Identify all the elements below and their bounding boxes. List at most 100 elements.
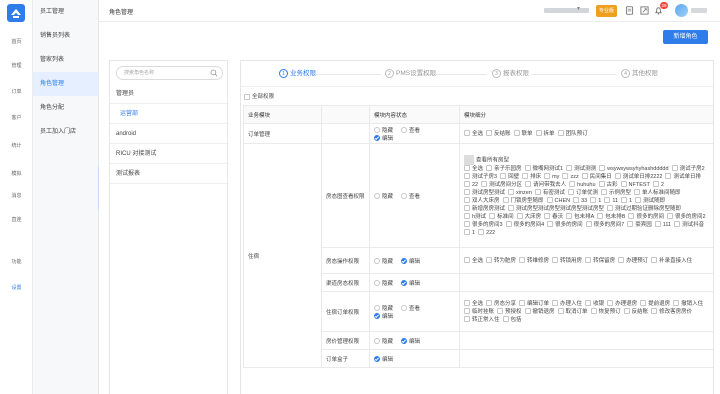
detail-checkbox[interactable]: 全选	[464, 300, 483, 308]
radio-button[interactable]	[374, 193, 380, 200]
detail-checkbox[interactable]: 1	[464, 229, 475, 237]
detail-checkbox[interactable]: 反结账	[486, 130, 511, 138]
detail-checkbox[interactable]: 反结账	[623, 308, 648, 316]
detail-checkbox[interactable]: 排床	[522, 173, 541, 181]
checkbox-box[interactable]	[464, 316, 470, 323]
checkbox-box[interactable]	[623, 308, 630, 315]
status-option[interactable]: 查看	[401, 193, 420, 200]
checkbox-box[interactable]	[464, 213, 470, 220]
radio-button[interactable]	[374, 305, 380, 312]
checkbox-box[interactable]	[618, 257, 625, 264]
checkbox-box[interactable]	[585, 300, 592, 307]
menu-item[interactable]: 员工加入门店	[33, 120, 99, 144]
status-option[interactable]: 编辑	[374, 313, 393, 320]
checkbox-box[interactable]	[552, 300, 559, 307]
checkbox-box[interactable]	[633, 189, 640, 196]
checkbox-box[interactable]	[464, 229, 470, 236]
radio-button[interactable]	[401, 338, 408, 345]
detail-checkbox[interactable]: 测试房型测试	[464, 189, 505, 197]
checkbox-box[interactable]	[585, 221, 592, 228]
edit-icon[interactable]	[206, 90, 213, 97]
edit-icon[interactable]	[206, 110, 213, 117]
checkbox-box[interactable]	[674, 221, 681, 228]
checkbox-box[interactable]	[665, 173, 672, 180]
checkbox-box[interactable]	[597, 213, 604, 220]
checkbox-box[interactable]	[628, 213, 635, 220]
store-name-blurred[interactable]	[544, 8, 589, 13]
checkbox-box[interactable]	[607, 205, 614, 212]
rail-item-connect[interactable]: 直连	[0, 204, 33, 230]
detail-checkbox[interactable]: 转为脏房	[486, 257, 516, 265]
checkbox-box[interactable]	[546, 197, 553, 204]
checkbox-box[interactable]	[621, 197, 628, 204]
radio-button[interactable]	[374, 280, 380, 287]
detail-checkbox[interactable]: 111	[654, 221, 671, 229]
detail-checkbox[interactable]: huhuhu	[569, 181, 596, 189]
detail-checkbox[interactable]: 1	[590, 197, 601, 205]
checkbox-box[interactable]	[607, 300, 614, 307]
checkbox-box[interactable]	[464, 197, 470, 204]
detail-checkbox[interactable]: 新增房房测试	[464, 205, 505, 213]
step-tab[interactable]: 3 报表权限	[492, 66, 529, 82]
checkbox-box[interactable]	[486, 257, 493, 264]
checkbox-box[interactable]	[519, 257, 526, 264]
checkbox-box[interactable]	[620, 181, 627, 188]
status-option[interactable]: 隐藏	[374, 127, 393, 134]
checkbox-box[interactable]	[486, 165, 493, 172]
checkbox-box[interactable]	[481, 181, 488, 188]
checkbox-box[interactable]	[567, 189, 574, 196]
detail-checkbox[interactable]: NFTEST	[620, 181, 650, 189]
detail-checkbox[interactable]: 收银	[585, 300, 604, 308]
detail-checkbox[interactable]: 办理预订	[618, 257, 648, 265]
checkbox-box[interactable]	[673, 300, 680, 307]
checkbox-box[interactable]	[544, 213, 551, 220]
step-tab[interactable]: 2 PMS设置权限	[385, 66, 436, 82]
delete-icon[interactable]	[215, 130, 222, 137]
edit-icon[interactable]	[206, 150, 213, 157]
role-item[interactable]: 运营部	[110, 104, 229, 124]
detail-checkbox[interactable]: 古彩	[598, 181, 618, 189]
checkbox-box[interactable]	[599, 165, 606, 172]
detail-checkbox[interactable]: 2	[652, 181, 664, 189]
role-item[interactable]: 测试报表	[110, 164, 229, 184]
detail-checkbox[interactable]: 房态分享	[486, 300, 516, 308]
status-option[interactable]: 查看	[401, 127, 420, 134]
checkbox-box[interactable]	[508, 205, 515, 212]
radio-button[interactable]	[374, 356, 380, 363]
checkbox-box[interactable]	[244, 93, 250, 100]
checkbox-box[interactable]	[614, 173, 621, 180]
checkbox-box[interactable]	[590, 308, 597, 315]
detail-checkbox[interactable]: 编辑订单	[519, 300, 549, 308]
detail-checkbox[interactable]: 很多的房间4	[505, 221, 544, 229]
detail-checkbox[interactable]: 临时挂账	[464, 308, 494, 316]
menu-item[interactable]: 角色分配	[33, 96, 99, 120]
detail-checkbox[interactable]: 办理退房	[607, 300, 637, 308]
radio-button[interactable]	[401, 127, 408, 134]
detail-checkbox[interactable]: 全选	[464, 130, 483, 138]
menu-item[interactable]: 角色管理	[33, 72, 99, 96]
checkbox-box[interactable]	[464, 221, 470, 228]
checkbox-box[interactable]	[566, 165, 573, 172]
detail-checkbox[interactable]: 1	[621, 197, 632, 205]
checkbox-box[interactable]	[640, 300, 647, 307]
detail-checkbox[interactable]: 很多的房间2	[666, 213, 706, 221]
detail-checkbox[interactable]: 预授权	[497, 308, 522, 316]
detail-checkbox[interactable]: 11	[604, 197, 618, 205]
detail-checkbox[interactable]: 撤销退房	[524, 308, 555, 316]
detail-checkbox[interactable]: 33	[573, 197, 587, 205]
delete-icon[interactable]	[215, 150, 222, 157]
checkbox-box[interactable]	[635, 197, 642, 204]
detail-checkbox[interactable]: 测试子房3	[464, 173, 497, 181]
checkbox-box[interactable]	[502, 197, 509, 204]
rail-item-home[interactable]: 首页	[0, 26, 33, 52]
checkbox-box[interactable]	[534, 189, 541, 196]
checkbox-box[interactable]	[666, 213, 673, 220]
checkbox-box[interactable]	[569, 181, 576, 188]
search-icon[interactable]	[210, 69, 218, 77]
checkbox-box[interactable]	[544, 173, 551, 180]
checkbox-box[interactable]	[524, 308, 531, 315]
role-item[interactable]: RICU 对接测试	[110, 144, 229, 164]
expand-icon[interactable]	[640, 6, 649, 15]
detail-checkbox[interactable]: 测试单日排2222	[614, 173, 662, 181]
checkbox-box[interactable]	[525, 181, 532, 188]
